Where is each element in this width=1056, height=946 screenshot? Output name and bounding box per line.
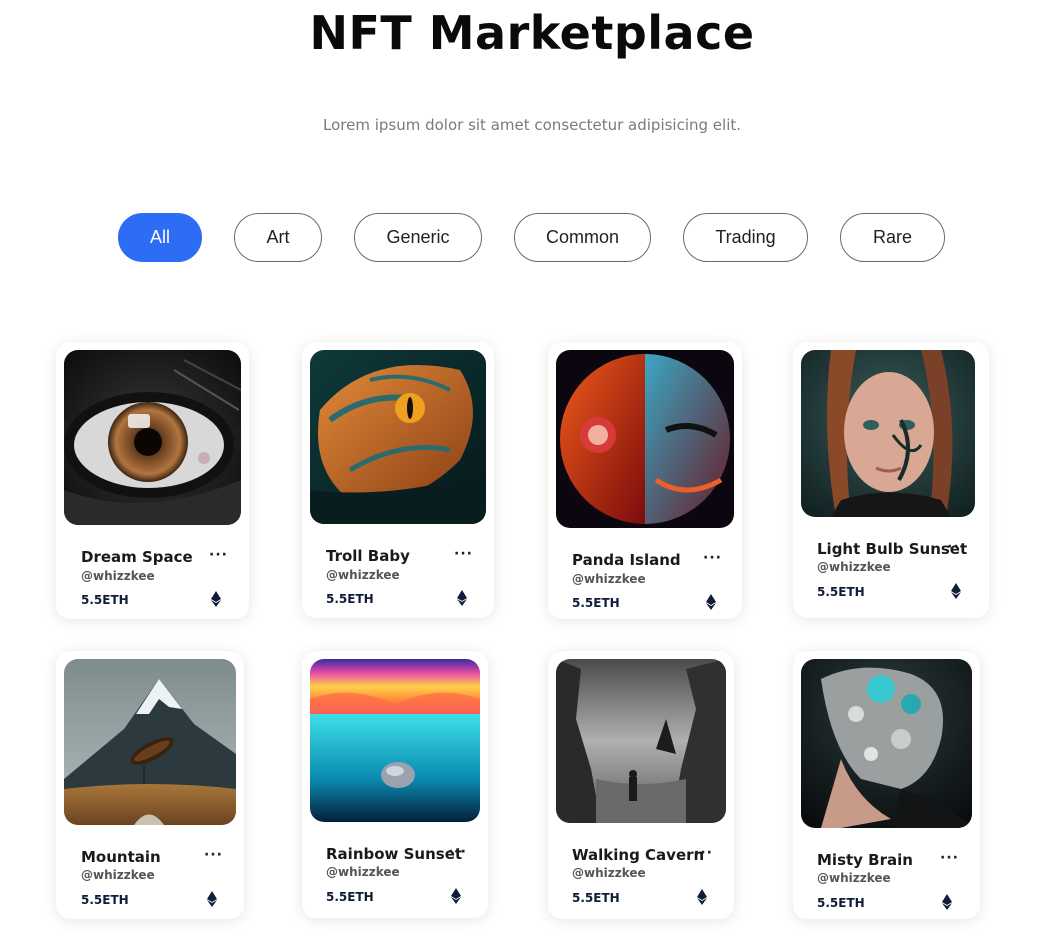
nft-creator-handle: @whizzkee [326,568,400,582]
nft-price: 5.5ETH [817,585,865,599]
ethereum-icon [451,888,461,904]
page-subtitle: Lorem ipsum dolor sit amet consectetur a… [322,116,742,134]
nft-price: 5.5ETH [81,893,129,907]
nft-price: 5.5ETH [81,593,129,607]
nft-name: Rainbow Sunset [326,845,463,863]
nft-image-rainbow-sunset[interactable] [310,659,480,822]
nft-name: Light Bulb Sunset [817,540,968,558]
page-title: NFT Marketplace [309,6,755,60]
nft-name: Troll Baby [326,547,410,565]
nft-creator-handle: @whizzkee [326,865,400,879]
nft-card[interactable]: Walking Cavern ··· @whizzkee 5.5ETH [548,651,734,919]
nft-creator-handle: @whizzkee [572,866,646,880]
nft-name: Misty Brain [817,851,913,869]
nft-image-mountain[interactable] [64,659,236,825]
nft-creator-handle: @whizzkee [81,569,155,583]
filter-rare-button[interactable]: Rare [840,213,945,262]
nft-image-dream-space[interactable] [64,350,241,525]
more-options-icon[interactable]: ··· [947,540,966,554]
filter-trading-button[interactable]: Trading [683,213,808,262]
ethereum-icon [207,891,217,907]
nft-price: 5.5ETH [572,596,620,610]
filter-art-button[interactable]: Art [234,213,322,262]
nft-name: Walking Cavern [572,846,705,864]
more-options-icon[interactable]: ··· [204,848,223,862]
nft-image-panda-island[interactable] [556,350,734,528]
filter-all-button[interactable]: All [118,213,202,262]
nft-creator-handle: @whizzkee [817,560,891,574]
filter-generic-button[interactable]: Generic [354,213,482,262]
nft-card[interactable]: Rainbow Sunset ··· @whizzkee 5.5ETH [302,651,488,918]
more-options-icon[interactable]: ··· [454,547,473,561]
nft-image-misty-brain[interactable] [801,659,972,828]
nft-card[interactable]: Dream Space ··· @whizzkee 5.5ETH [56,342,249,619]
ethereum-icon [951,583,961,599]
ethereum-icon [697,889,707,905]
filter-common-button[interactable]: Common [514,213,651,262]
nft-price: 5.5ETH [326,890,374,904]
more-options-icon[interactable]: ··· [703,551,722,565]
ethereum-icon [457,590,467,606]
ethereum-icon [942,894,952,910]
nft-creator-handle: @whizzkee [81,868,155,882]
more-options-icon[interactable]: ··· [448,845,467,859]
more-options-icon[interactable]: ··· [940,851,959,865]
more-options-icon[interactable]: ··· [694,846,713,860]
nft-card[interactable]: Mountain ··· @whizzkee 5.5ETH [56,651,244,919]
nft-price: 5.5ETH [817,896,865,910]
nft-name: Dream Space [81,548,193,566]
more-options-icon[interactable]: ··· [209,548,228,562]
nft-name: Panda Island [572,551,681,569]
nft-card[interactable]: Panda Island ··· @whizzkee 5.5ETH [548,342,742,619]
nft-image-light-bulb-sunset[interactable] [801,350,975,517]
nft-image-walking-cavern[interactable] [556,659,726,823]
nft-card[interactable]: Troll Baby ··· @whizzkee 5.5ETH [302,342,494,618]
nft-name: Mountain [81,848,161,866]
nft-image-troll-baby[interactable] [310,350,486,524]
nft-price: 5.5ETH [326,592,374,606]
nft-creator-handle: @whizzkee [817,871,891,885]
ethereum-icon [706,594,716,610]
nft-price: 5.5ETH [572,891,620,905]
ethereum-icon [211,591,221,607]
nft-creator-handle: @whizzkee [572,572,646,586]
nft-card[interactable]: Light Bulb Sunset ··· @whizzkee 5.5ETH [793,342,989,618]
nft-card[interactable]: Misty Brain ··· @whizzkee 5.5ETH [793,651,980,919]
